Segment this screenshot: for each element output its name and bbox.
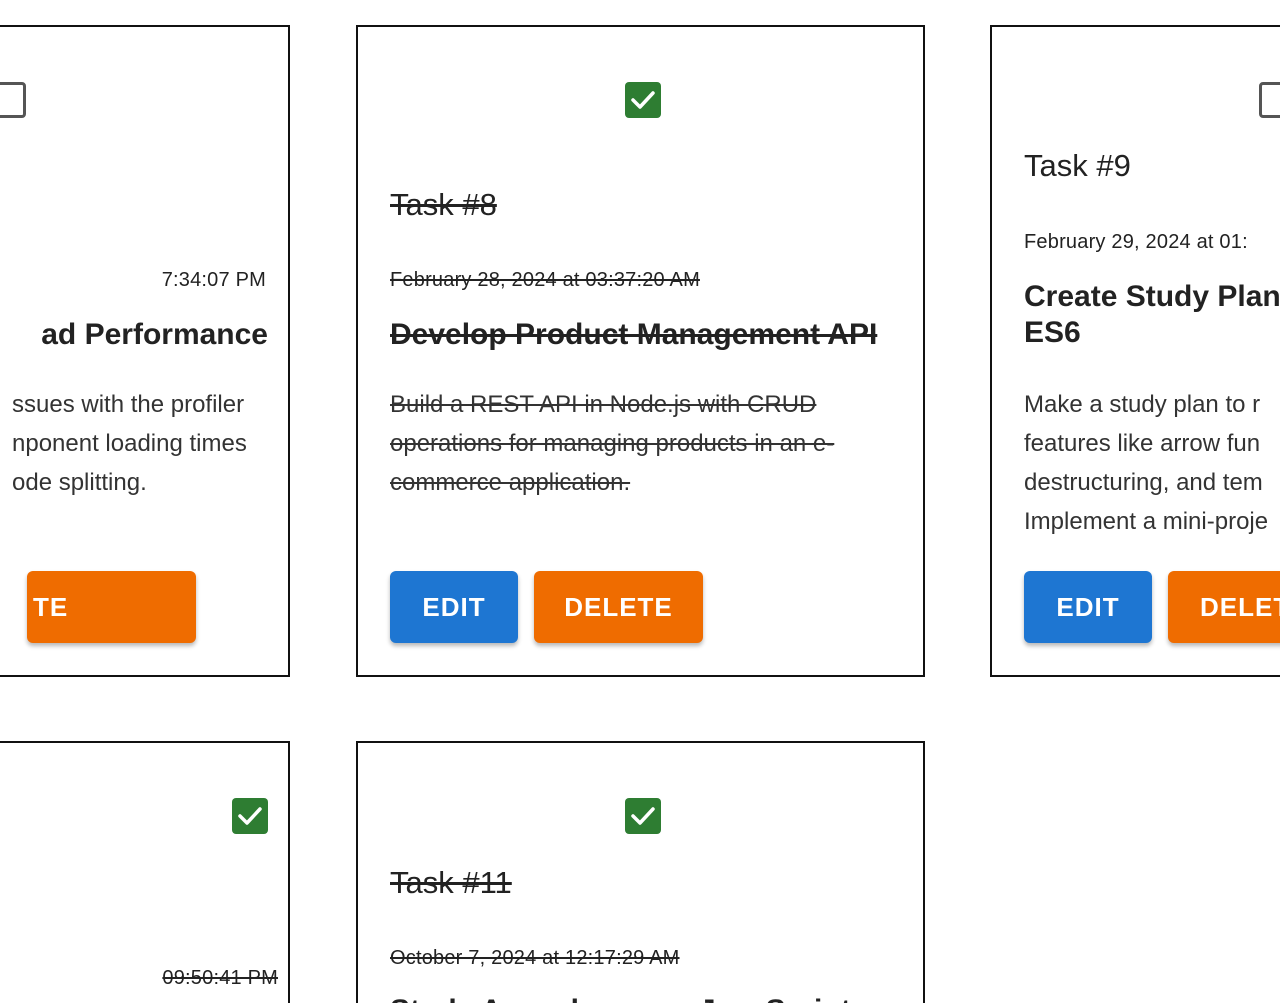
task-date: February 29, 2024 at 01: (1024, 231, 1248, 253)
task-name: Study Asynchronous JavaScript (390, 993, 895, 1003)
task-card: Task #9 February 29, 2024 at 01: Create … (990, 25, 1280, 677)
task-card-content: Task #8 February 28, 2024 at 03:37:20 AM… (390, 27, 895, 675)
task-board: 7:34:07 PM ad Performance ssues with the… (0, 0, 1280, 1003)
task-date: 09:50:41 PM (162, 967, 278, 989)
task-title: Task #11 (390, 865, 512, 900)
task-completed-checkbox[interactable] (232, 798, 268, 834)
task-completed-checkbox[interactable] (1258, 82, 1280, 118)
task-completed-checkbox[interactable] (624, 82, 661, 118)
task-title: Task #8 (390, 187, 497, 222)
task-card: Task #8 February 28, 2024 at 03:37:20 AM… (356, 25, 925, 677)
task-name: Develop Product Management API (390, 318, 878, 351)
task-card: 09:50:41 PM (0, 741, 290, 1003)
check-icon (238, 807, 262, 825)
task-description: Make a study plan to r features like arr… (1024, 391, 1269, 535)
task-card-content: 7:34:07 PM ad Performance ssues with the… (0, 27, 268, 675)
task-name: Create Study Plan ES6 (1024, 280, 1280, 349)
task-card-content: Task #9 February 29, 2024 at 01: Create … (1024, 27, 1280, 675)
task-completed-checkbox[interactable] (0, 82, 26, 118)
task-card-content: 09:50:41 PM (0, 743, 278, 1003)
task-description: ssues with the profiler nponent loading … (12, 391, 247, 496)
delete-button[interactable]: DELET (1168, 571, 1280, 643)
task-date: February 28, 2024 at 03:37:20 AM (390, 269, 700, 291)
task-date: October 7, 2024 at 12:17:29 AM (390, 947, 680, 969)
edit-button[interactable]: EDIT (390, 571, 518, 643)
task-card-content: Task #11 October 7, 2024 at 12:17:29 AM … (390, 743, 895, 1003)
task-completed-checkbox[interactable] (624, 798, 661, 834)
task-card: Task #11 October 7, 2024 at 12:17:29 AM … (356, 741, 925, 1003)
check-icon (630, 807, 655, 825)
check-icon (630, 91, 655, 109)
task-title: Task #9 (1024, 148, 1131, 183)
delete-button[interactable]: TE (27, 571, 196, 643)
task-name: ad Performance (41, 318, 268, 351)
edit-button[interactable]: EDIT (1024, 571, 1152, 643)
task-date: 7:34:07 PM (161, 269, 266, 291)
delete-button[interactable]: DELETE (534, 571, 703, 643)
task-card: 7:34:07 PM ad Performance ssues with the… (0, 25, 290, 677)
task-description: Build a REST API in Node.js with CRUD op… (390, 391, 835, 496)
